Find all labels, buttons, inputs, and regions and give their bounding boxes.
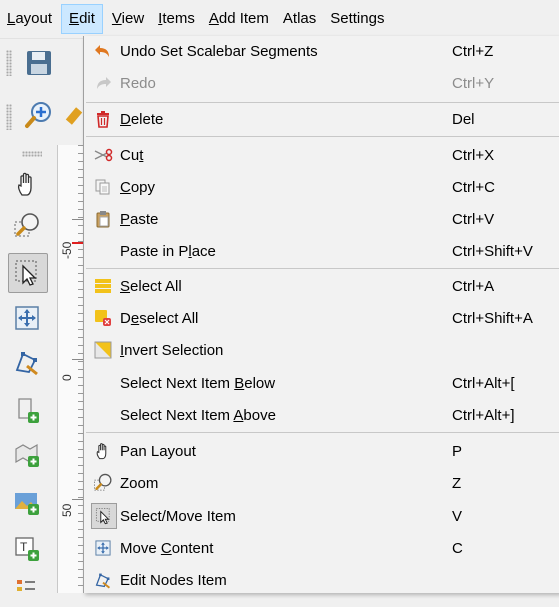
trash-icon xyxy=(92,108,114,130)
select-arrow-icon xyxy=(91,503,117,529)
toolbar-area xyxy=(0,40,85,150)
scissors-icon xyxy=(92,144,114,166)
menu-view[interactable]: View xyxy=(105,4,151,34)
menu-add-item[interactable]: Add Item xyxy=(202,4,276,34)
edit-nodes-icon xyxy=(92,569,114,591)
edit-nodes-icon xyxy=(15,352,38,376)
floppy-disk-icon xyxy=(27,51,51,75)
menu-edit[interactable]: Edit xyxy=(61,4,103,34)
menu-item-select-move[interactable]: Select/Move Item V xyxy=(84,500,559,532)
hand-icon xyxy=(92,440,114,462)
select-move-tool[interactable] xyxy=(8,253,48,293)
add-page-icon xyxy=(18,398,39,423)
menu-item-move-content[interactable]: Move Content C xyxy=(84,532,559,564)
pan-tool[interactable] xyxy=(8,165,46,203)
toolbar-grip[interactable] xyxy=(6,50,12,76)
ruler-label: -50 xyxy=(60,241,74,259)
menu-items[interactable]: Items xyxy=(151,4,202,34)
menu-separator xyxy=(86,136,559,137)
invert-selection-icon xyxy=(92,339,114,361)
deselect-all-icon xyxy=(92,307,114,329)
add-map-icon xyxy=(15,443,39,467)
ruler-label: 0 xyxy=(60,374,74,381)
move-content-icon xyxy=(15,306,39,330)
menu-item-paste[interactable]: Paste Ctrl+V xyxy=(84,203,559,235)
toolbox-grip[interactable] xyxy=(22,151,42,157)
zoom-in-button[interactable] xyxy=(22,98,56,132)
add-label-tool[interactable]: T xyxy=(8,529,46,567)
menu-item-edit-nodes[interactable]: Edit Nodes Item xyxy=(84,564,559,596)
copy-icon xyxy=(92,176,114,198)
menu-item-cut[interactable]: Cut Ctrl+X xyxy=(84,139,559,171)
toolbox: T xyxy=(0,145,56,593)
add-map-tool[interactable] xyxy=(8,435,46,473)
menu-item-select-next-above[interactable]: Select Next Item Above Ctrl+Alt+] xyxy=(84,399,559,431)
menu-item-paste-in-place[interactable]: Paste in Place Ctrl+Shift+V xyxy=(84,235,559,267)
zoom-tool-icon xyxy=(14,213,39,237)
select-arrow-icon xyxy=(15,260,37,286)
move-content-icon xyxy=(92,537,114,559)
redo-icon xyxy=(92,72,114,94)
zoom-in-icon xyxy=(25,102,51,128)
menubar: Layout Edit View Items Add Item Atlas Se… xyxy=(0,0,559,39)
add-picture-icon xyxy=(15,493,39,515)
menu-separator xyxy=(86,268,559,269)
add-label-icon: T xyxy=(15,537,39,561)
zoom-tool[interactable] xyxy=(8,207,46,245)
toolbar-grip[interactable] xyxy=(6,104,12,130)
edit-nodes-tool[interactable] xyxy=(8,343,46,381)
menu-item-delete[interactable]: Delete Del xyxy=(84,103,559,135)
menu-item-invert-selection[interactable]: Invert Selection xyxy=(84,334,559,366)
menu-item-pan-layout[interactable]: Pan Layout P xyxy=(84,435,559,467)
menu-separator xyxy=(86,432,559,433)
add-legend-icon xyxy=(17,580,35,591)
zoom-icon xyxy=(92,472,114,494)
edit-menu: Undo Set Scalebar Segments Ctrl+Z Redo C… xyxy=(83,36,559,593)
vertical-ruler: -50 0 50 xyxy=(57,145,84,593)
menu-item-zoom[interactable]: Zoom Z xyxy=(84,467,559,499)
toolbar-overflow-icon xyxy=(65,107,83,125)
menu-item-deselect-all[interactable]: Deselect All Ctrl+Shift+A xyxy=(84,302,559,334)
undo-icon xyxy=(92,40,114,62)
svg-text:T: T xyxy=(20,540,28,554)
save-button[interactable] xyxy=(22,46,56,80)
ruler-label: 50 xyxy=(60,503,74,517)
clipboard-icon xyxy=(92,208,114,230)
menu-item-select-all[interactable]: Select All Ctrl+A xyxy=(84,270,559,302)
menu-settings[interactable]: Settings xyxy=(323,4,391,34)
menu-layout[interactable]: Layout xyxy=(0,4,59,34)
menu-item-undo[interactable]: Undo Set Scalebar Segments Ctrl+Z xyxy=(84,35,559,67)
menu-item-redo[interactable]: Redo Ctrl+Y xyxy=(84,67,559,99)
hand-icon xyxy=(17,172,32,196)
move-content-tool[interactable] xyxy=(8,299,46,337)
add-page-tool[interactable] xyxy=(8,391,46,429)
select-all-icon xyxy=(92,275,114,297)
menu-item-select-next-below[interactable]: Select Next Item Below Ctrl+Alt+[ xyxy=(84,367,559,399)
menu-atlas[interactable]: Atlas xyxy=(276,4,323,34)
add-picture-tool[interactable] xyxy=(8,483,46,521)
menu-item-copy[interactable]: Copy Ctrl+C xyxy=(84,171,559,203)
add-legend-tool[interactable] xyxy=(8,569,46,607)
